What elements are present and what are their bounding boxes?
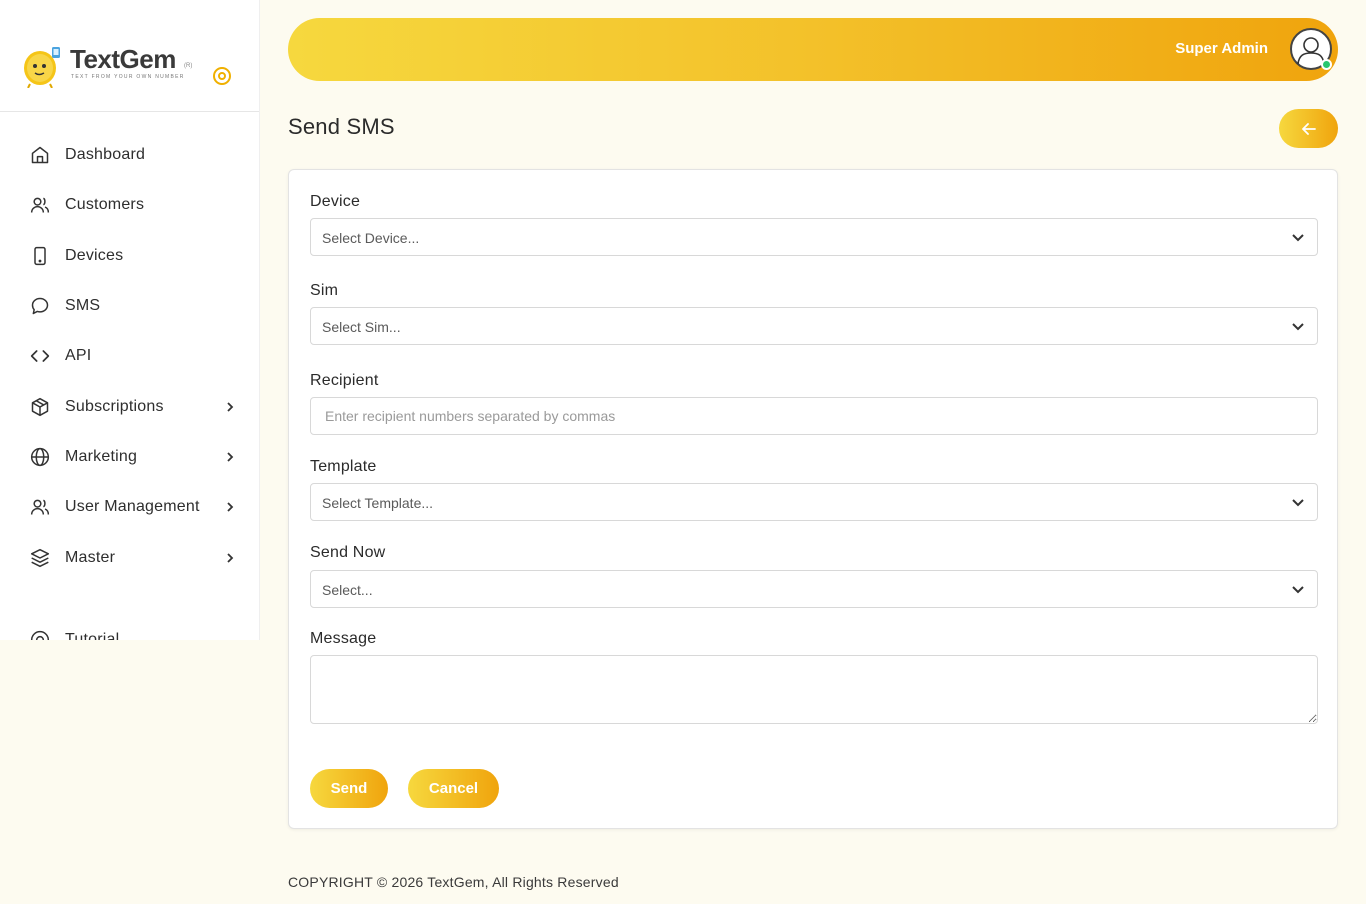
template-select-value: Select Template... [322, 495, 434, 511]
sidebar-item-sms[interactable]: SMS [0, 281, 259, 331]
send-now-select[interactable]: Select... [310, 570, 1318, 608]
sidebar-item-label: Tutorial [65, 630, 120, 640]
sidebar-item-label: User Management [65, 498, 200, 516]
brand-trademark: (R) [184, 63, 193, 69]
sidebar-item-subscriptions[interactable]: Subscriptions [0, 381, 259, 431]
sim-label: Sim [310, 282, 339, 299]
page-title: Send SMS [288, 114, 395, 139]
brand-tagline: TEXT FROM YOUR OWN NUMBER [71, 74, 185, 80]
message-label: Message [310, 630, 377, 647]
brand: TextGem (R) TEXT FROM YOUR OWN NUMBER [0, 0, 259, 112]
send-sms-form: Device Select Device... Sim Select Sim..… [288, 169, 1338, 829]
package-icon [29, 396, 51, 418]
chevron-right-icon [225, 501, 237, 513]
sidebar-item-user-management[interactable]: User Management [0, 482, 259, 532]
sim-select[interactable]: Select Sim... [310, 307, 1318, 345]
sidebar-item-label: Master [65, 548, 116, 566]
sidebar-item-label: Customers [65, 196, 145, 214]
globe-icon [29, 446, 51, 468]
back-button[interactable] [1279, 109, 1338, 148]
layers-icon [29, 547, 51, 569]
chevron-right-icon [225, 451, 237, 463]
users-icon [29, 194, 51, 216]
chevron-down-icon [1292, 586, 1304, 594]
template-label: Template [310, 458, 377, 475]
footer-copyright: COPYRIGHT © 2026 TextGem, All Rights Res… [288, 874, 619, 890]
sidebar-item-api[interactable]: API [0, 331, 259, 381]
sidebar-nav: Dashboard Customers Devices SMS API Subs… [0, 112, 259, 640]
message-textarea[interactable] [310, 655, 1318, 724]
send-button[interactable]: Send [310, 769, 388, 808]
sidebar-item-tutorial[interactable]: Tutorial [0, 615, 259, 640]
sidebar-item-customers[interactable]: Customers [0, 180, 259, 230]
sidebar-item-label: Dashboard [65, 146, 146, 164]
avatar[interactable] [1290, 28, 1332, 70]
sidebar-toggle-icon[interactable] [212, 66, 232, 86]
sidebar-item-label: Devices [65, 246, 124, 264]
template-select[interactable]: Select Template... [310, 483, 1318, 521]
sidebar-item-devices[interactable]: Devices [0, 231, 259, 281]
device-select-value: Select Device... [322, 230, 420, 246]
online-status-dot [1321, 59, 1332, 70]
users-icon [29, 496, 51, 518]
chevron-right-icon [225, 401, 237, 413]
chevron-down-icon [1292, 499, 1304, 507]
phone-icon [29, 245, 51, 267]
sidebar: TextGem (R) TEXT FROM YOUR OWN NUMBER Da… [0, 0, 260, 640]
sidebar-item-label: API [65, 347, 92, 365]
recipient-input[interactable] [310, 397, 1318, 435]
home-icon [29, 144, 51, 166]
device-label: Device [310, 193, 361, 210]
chat-icon [29, 295, 51, 317]
recipient-label: Recipient [310, 372, 379, 389]
device-select[interactable]: Select Device... [310, 218, 1318, 256]
sidebar-item-master[interactable]: Master [0, 532, 259, 582]
sim-select-value: Select Sim... [322, 319, 401, 335]
chevron-right-icon [225, 552, 237, 564]
sidebar-item-marketing[interactable]: Marketing [0, 432, 259, 482]
user-name[interactable]: Super Admin [1175, 40, 1268, 57]
brand-name: TextGem [70, 44, 176, 74]
sidebar-item-label: Subscriptions [65, 397, 164, 415]
help-icon [29, 629, 51, 640]
chevron-down-icon [1292, 234, 1304, 242]
sidebar-item-label: Marketing [65, 447, 138, 465]
send-now-label: Send Now [310, 544, 386, 561]
mascot-logo-icon [24, 47, 60, 88]
top-bar: Super Admin [288, 18, 1338, 81]
sidebar-item-label: SMS [65, 297, 101, 315]
send-now-select-value: Select... [322, 582, 373, 598]
cancel-button[interactable]: Cancel [408, 769, 499, 808]
arrow-left-icon [1301, 122, 1316, 135]
code-icon [29, 345, 51, 367]
sidebar-item-dashboard[interactable]: Dashboard [0, 130, 259, 180]
chevron-down-icon [1292, 323, 1304, 331]
